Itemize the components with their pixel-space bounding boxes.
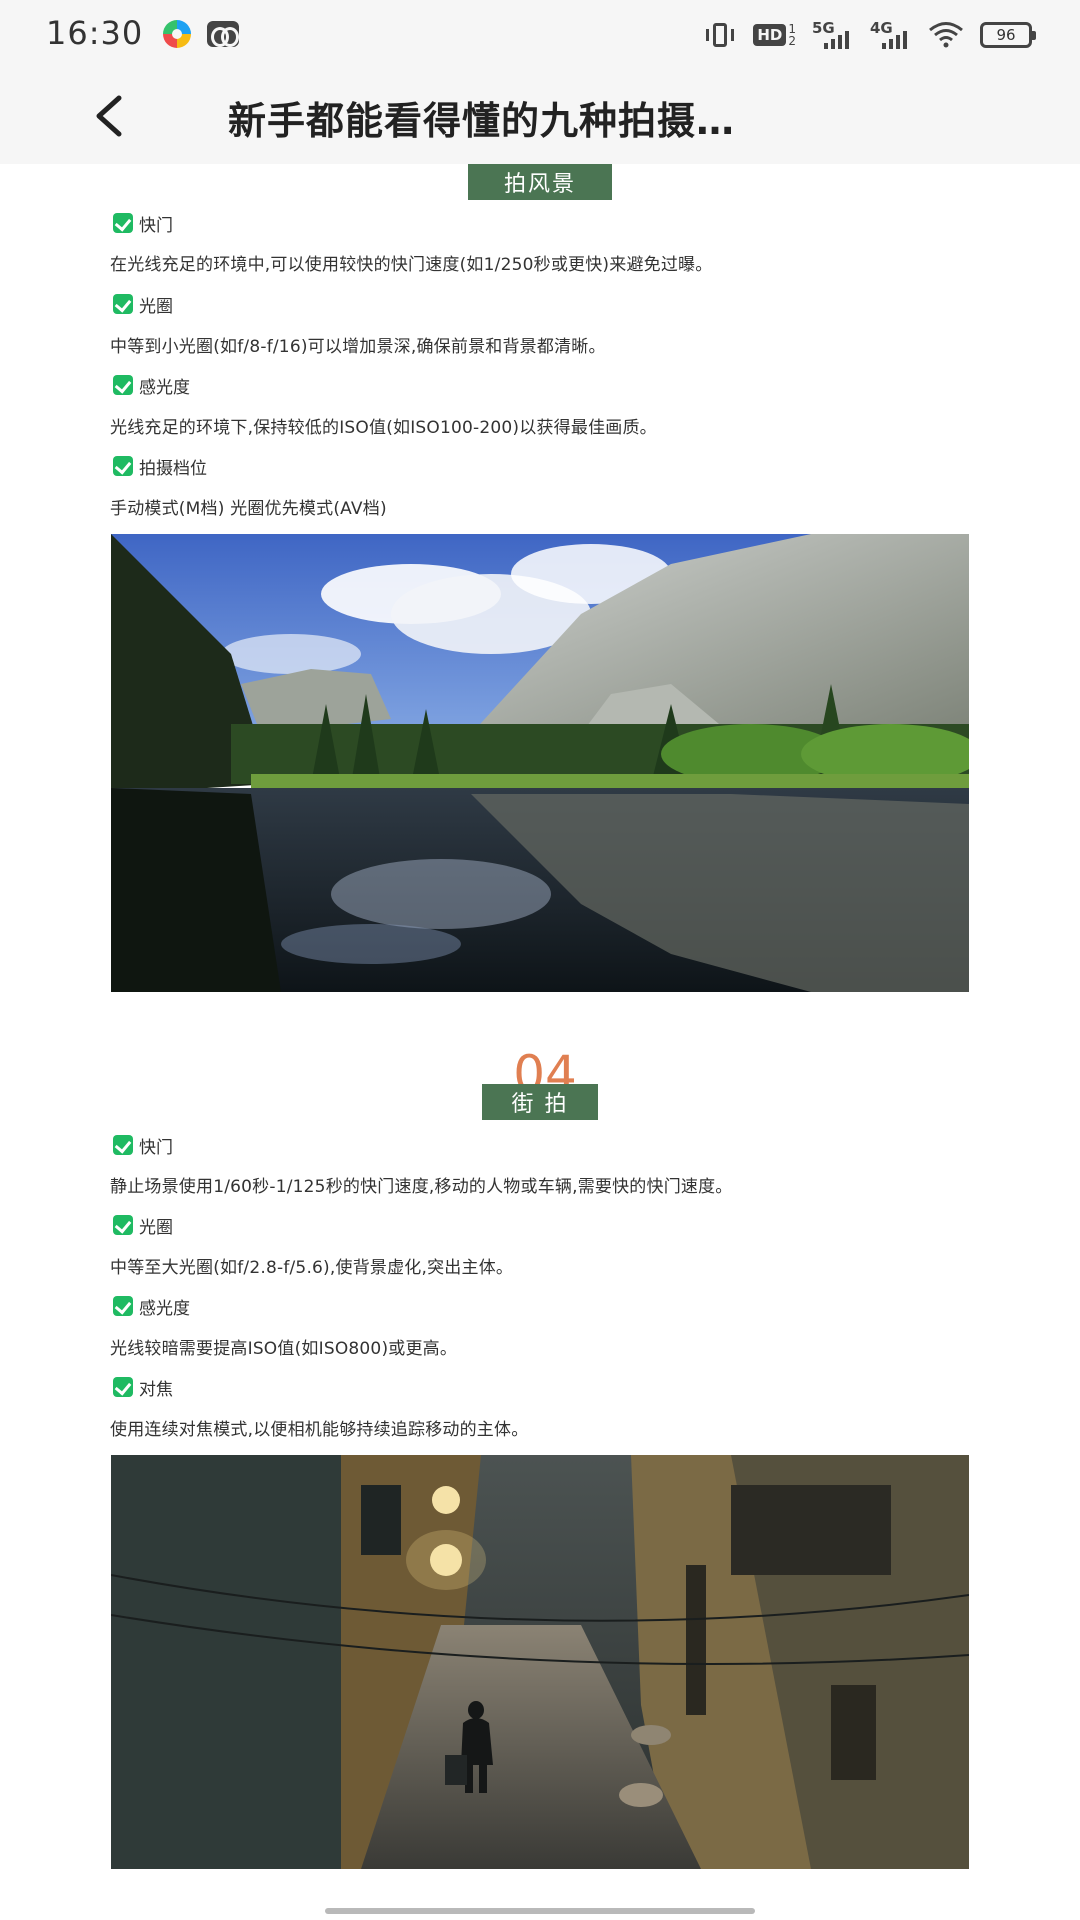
item-description: 在光线充足的环境中,可以使用较快的快门速度(如1/250秒或更快)来避免过曝。 [110, 255, 713, 275]
item-heading: 对焦 [113, 1373, 173, 1401]
check-icon [113, 1215, 133, 1235]
item-description: 中等到小光圈(如f/8-f/16)可以增加景深,确保前景和背景都清晰。 [110, 337, 606, 357]
item-label: 光圈 [139, 296, 173, 317]
item-heading: 快门 [113, 1131, 173, 1159]
item-description: 使用连续对焦模式,以便相机能够持续追踪移动的主体。 [110, 1420, 529, 1440]
check-icon [113, 294, 133, 314]
item-heading: 拍摄档位 [113, 452, 207, 480]
hd-voice-icon: HD 1 2 [753, 23, 796, 47]
app-notification-icon [207, 21, 239, 47]
status-icons: HD 1 2 5G 4G 96 [703, 16, 1036, 54]
status-time: 16:30 [46, 14, 144, 52]
landscape-photo [111, 534, 969, 992]
wifi-icon [928, 21, 964, 49]
check-icon [113, 1377, 133, 1397]
item-label: 快门 [139, 215, 173, 236]
item-description: 光线较暗需要提高ISO值(如ISO800)或更高。 [110, 1339, 458, 1359]
item-heading: 光圈 [113, 290, 173, 318]
section-number: 04 [513, 1045, 577, 1084]
item-description: 中等至大光圈(如f/2.8-f/5.6),使背景虚化,突出主体。 [110, 1258, 514, 1278]
article-content[interactable]: 拍风景 快门 在光线充足的环境中,可以使用较快的快门速度(如1/250秒或更快)… [0, 164, 1080, 1920]
item-heading: 光圈 [113, 1211, 173, 1239]
app-header: 新手都能看得懂的九种拍摄… [0, 68, 1080, 164]
hd-label: HD [753, 24, 787, 46]
check-icon [113, 1296, 133, 1316]
back-button[interactable] [80, 88, 136, 144]
battery-level: 96 [996, 26, 1016, 44]
home-indicator[interactable] [325, 1908, 755, 1914]
item-description: 光线充足的环境下,保持较低的ISO值(如ISO100-200)以获得最佳画质。 [110, 418, 657, 438]
item-label: 拍摄档位 [139, 458, 207, 479]
battery-icon: 96 [980, 22, 1036, 48]
street-photo [111, 1455, 969, 1869]
check-icon [113, 456, 133, 476]
item-description: 手动模式(M档) 光圈优先模式(AV档) [110, 499, 387, 519]
item-heading: 感光度 [113, 1292, 190, 1320]
vibrate-icon [703, 22, 737, 48]
hd-sub-bottom: 2 [788, 34, 796, 48]
page-title: 新手都能看得懂的九种拍摄… [228, 99, 736, 143]
status-bar: 16:30 HD 1 2 5G 4G 96 [0, 0, 1080, 68]
back-arrow-icon [96, 95, 122, 137]
item-description: 静止场景使用1/60秒-1/125秒的快门速度,移动的人物或车辆,需要快的快门速… [110, 1177, 733, 1197]
signal-4g-icon: 4G [870, 19, 912, 51]
section-title-badge: 街 拍 [482, 1084, 598, 1120]
item-label: 光圈 [139, 1217, 173, 1238]
item-heading: 快门 [113, 209, 173, 237]
signal-5g-icon: 5G [812, 19, 854, 51]
item-label: 对焦 [139, 1379, 173, 1400]
item-label: 感光度 [139, 377, 190, 398]
item-label: 感光度 [139, 1298, 190, 1319]
section-title-badge: 拍风景 [468, 164, 612, 200]
check-icon [113, 213, 133, 233]
item-label: 快门 [139, 1137, 173, 1158]
item-heading: 感光度 [113, 371, 190, 399]
app-notification-icon [163, 20, 191, 48]
check-icon [113, 1135, 133, 1155]
check-icon [113, 375, 133, 395]
